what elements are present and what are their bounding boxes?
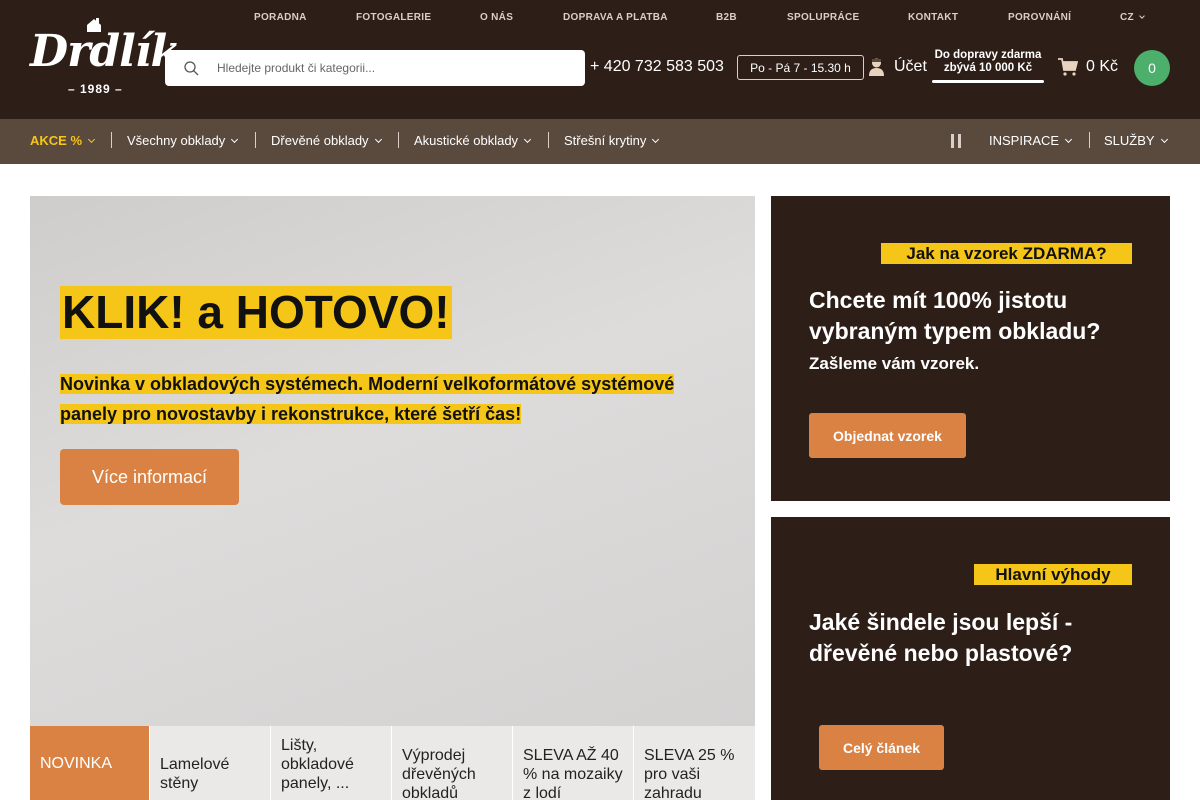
cart-total: 0 Kč bbox=[1086, 58, 1119, 75]
category-tab-vyprodej[interactable]: Výprodej dřevěných obkladů bbox=[392, 726, 513, 800]
chevron-down-icon bbox=[652, 135, 660, 143]
nav-drevene-obklady-label: Dřevěné obklady bbox=[271, 133, 369, 148]
cart-icon bbox=[1058, 58, 1078, 76]
nav-divider bbox=[548, 132, 549, 148]
opening-hours: Po - Pá 7 - 15.30 h bbox=[737, 55, 864, 80]
sample-promo-heading: Chcete mít 100% jistotu vybraným typem o… bbox=[809, 287, 1101, 344]
category-tab-novinka[interactable]: NOVINKA bbox=[30, 726, 150, 800]
site-header: PORADNA FOTOGALERIE O NÁS DOPRAVA A PLAT… bbox=[0, 0, 1200, 119]
topnav-doprava[interactable]: DOPRAVA A PLATBA bbox=[563, 12, 668, 23]
topnav-kontakt[interactable]: KONTAKT bbox=[908, 12, 958, 23]
nav-divider bbox=[111, 132, 112, 148]
order-sample-button[interactable]: Objednat vzorek bbox=[809, 413, 966, 458]
cart-count-badge[interactable]: 0 bbox=[1134, 50, 1170, 86]
article-promo-card: Hlavní výhody Jaké šindele jsou lepší - … bbox=[771, 517, 1170, 800]
search-bar[interactable] bbox=[165, 50, 585, 86]
full-article-button[interactable]: Celý článek bbox=[819, 725, 944, 770]
nav-vsechny-obklady-label: Všechny obklady bbox=[127, 133, 226, 148]
sample-promo-tag: Jak na vzorek ZDARMA? bbox=[881, 243, 1132, 264]
phone-number[interactable]: + 420 732 583 503 bbox=[590, 58, 724, 76]
chevron-down-icon bbox=[231, 135, 239, 143]
nav-stresni-krytiny-label: Střešní krytiny bbox=[564, 133, 647, 148]
nav-vsechny-obklady[interactable]: Všechny obklady bbox=[127, 133, 239, 148]
topnav-fotogalerie[interactable]: FOTOGALERIE bbox=[356, 12, 431, 23]
nav-akce[interactable]: AKCE % bbox=[30, 133, 96, 148]
language-label: CZ bbox=[1120, 12, 1134, 23]
chevron-down-icon bbox=[1139, 13, 1145, 19]
category-tab-sleva-mozaiky[interactable]: SLEVA AŽ 40 % na mozaiky z lodí bbox=[513, 726, 634, 800]
chevron-down-icon bbox=[87, 135, 96, 143]
article-promo-tag: Hlavní výhody bbox=[974, 564, 1132, 585]
topnav-b2b[interactable]: B2B bbox=[716, 12, 737, 23]
nav-divider bbox=[255, 132, 256, 148]
article-promo-heading: Jaké šindele jsou lepší - dřevěné nebo p… bbox=[809, 609, 1073, 666]
chevron-down-icon bbox=[374, 135, 382, 143]
free-shipping-info: Do dopravy zdarma zbývá 10 000 Kč bbox=[932, 49, 1044, 75]
nav-stresni-krytiny[interactable]: Střešní krytiny bbox=[564, 133, 660, 148]
topnav-spoluprace[interactable]: SPOLUPRÁCE bbox=[787, 12, 859, 23]
free-shipping-line1: Do dopravy zdarma bbox=[934, 49, 1042, 61]
topnav-porovnani[interactable]: POROVNÁNÍ bbox=[1008, 12, 1071, 23]
nav-drevene-obklady[interactable]: Dřevěné obklady bbox=[271, 133, 382, 148]
topnav-poradna[interactable]: PORADNA bbox=[254, 12, 307, 23]
main-navigation: AKCE % Všechny obklady Dřevěné obklady A… bbox=[0, 119, 1200, 164]
free-shipping-progress-bar bbox=[932, 80, 1044, 83]
category-tab-lamelove-steny[interactable]: Lamelové stěny bbox=[150, 726, 271, 800]
sample-promo-card: Jak na vzorek ZDARMA? Chcete mít 100% ji… bbox=[771, 196, 1170, 501]
chevron-down-icon bbox=[524, 135, 532, 143]
chevron-down-icon bbox=[1065, 135, 1073, 143]
nav-sluzby-label: SLUŽBY bbox=[1104, 133, 1155, 148]
category-tab-listy[interactable]: Lišty, obkladové panely, ... bbox=[271, 726, 392, 800]
nav-divider bbox=[1089, 132, 1090, 148]
account-link[interactable]: Účet bbox=[868, 57, 927, 77]
sample-promo-subheading: Zašleme vám vzorek. bbox=[809, 354, 980, 373]
pause-icon[interactable] bbox=[951, 134, 961, 148]
search-icon[interactable] bbox=[165, 60, 217, 76]
logo-year: – 1989 – bbox=[68, 82, 123, 96]
logo-wordmark: Drdlík bbox=[30, 26, 181, 77]
nav-inspirace-label: INSPIRACE bbox=[989, 133, 1060, 148]
cart-link[interactable]: 0 Kč bbox=[1058, 58, 1118, 76]
nav-sluzby[interactable]: SLUŽBY bbox=[1104, 133, 1168, 148]
topnav-o-nas[interactable]: O NÁS bbox=[480, 12, 513, 23]
category-tab-sleva-zahrada[interactable]: SLEVA 25 % pro vaši zahradu bbox=[634, 726, 755, 800]
chevron-down-icon bbox=[1160, 135, 1168, 143]
free-shipping-line2: zbývá 10 000 Kč bbox=[943, 62, 1033, 74]
hero-subtitle: Novinka v obkladových systémech. Moderní… bbox=[60, 374, 675, 424]
more-info-button[interactable]: Více informací bbox=[60, 449, 239, 505]
nav-inspirace[interactable]: INSPIRACE bbox=[989, 133, 1073, 148]
hero-subtitle-wrap: Novinka v obkladových systémech. Moderní… bbox=[60, 369, 720, 429]
nav-divider bbox=[398, 132, 399, 148]
nav-akce-label: AKCE % bbox=[30, 133, 83, 148]
logo[interactable]: Drdlík – 1989 – bbox=[30, 18, 181, 96]
nav-akusticke-obklady-label: Akustické obklady bbox=[414, 133, 519, 148]
category-strip: NOVINKA Lamelové stěny Lišty, obkladové … bbox=[30, 726, 755, 800]
nav-akusticke-obklady[interactable]: Akustické obklady bbox=[414, 133, 532, 148]
search-input[interactable] bbox=[217, 61, 557, 75]
hero-title: KLIK! a HOTOVO! bbox=[60, 286, 452, 339]
language-selector[interactable]: CZ bbox=[1120, 12, 1145, 23]
account-label: Účet bbox=[894, 58, 927, 75]
user-icon bbox=[869, 58, 884, 76]
